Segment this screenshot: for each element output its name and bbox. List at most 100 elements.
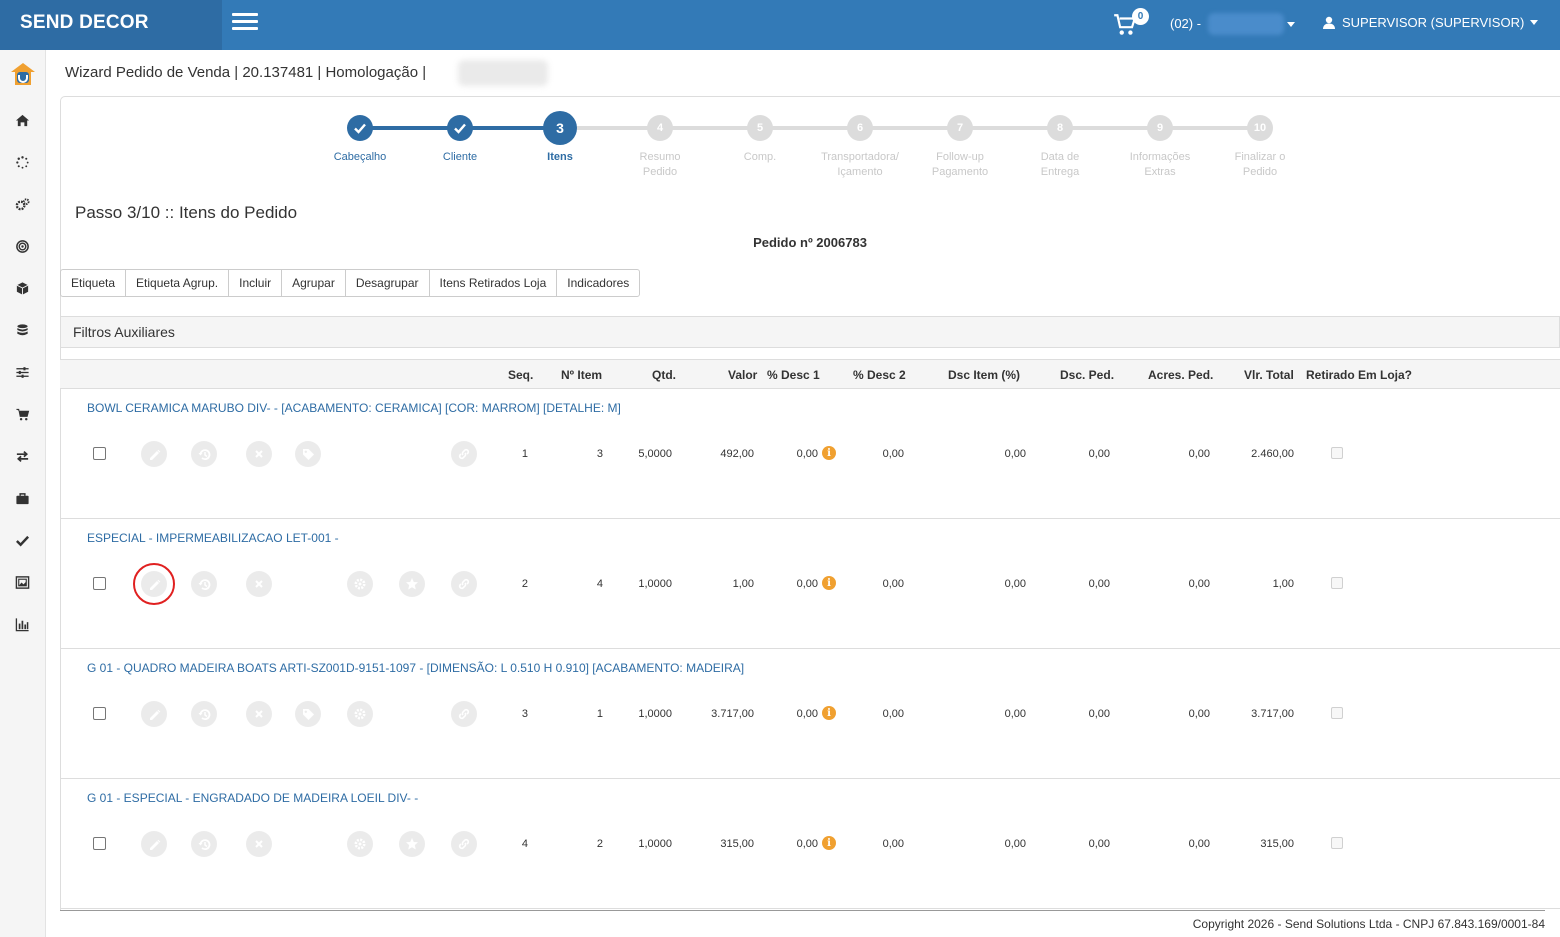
incluir-button[interactable]: Incluir <box>228 269 283 297</box>
item-description-link[interactable]: G 01 - QUADRO MADEIRA BOATS ARTI-SZ001D-… <box>87 661 744 675</box>
table-row: BOWL CERAMICA MARUBO DIV- - [ACABAMENTO:… <box>60 389 1560 519</box>
gear-icon[interactable] <box>347 571 373 597</box>
shopping-cart-icon[interactable] <box>13 405 31 423</box>
tag-icon[interactable] <box>295 441 321 467</box>
link-icon[interactable] <box>451 831 477 857</box>
app-logo-icon[interactable] <box>9 61 37 89</box>
info-icon[interactable]: i <box>822 706 836 720</box>
close-icon[interactable] <box>246 571 272 597</box>
pencil-icon[interactable] <box>141 701 167 727</box>
history-icon[interactable] <box>191 701 217 727</box>
history-icon[interactable] <box>191 831 217 857</box>
filters-panel-header[interactable]: Filtros Auxiliares <box>60 316 1560 348</box>
briefcase-icon[interactable] <box>13 489 31 507</box>
close-icon[interactable] <box>246 441 272 467</box>
check-icon[interactable] <box>13 531 31 549</box>
tag-icon[interactable] <box>295 701 321 727</box>
cell-acres-ped: 0,00 <box>1188 708 1210 720</box>
cell-seq: 1 <box>521 448 528 460</box>
row-select-checkbox[interactable] <box>93 837 106 850</box>
brand-logo[interactable]: SEND DECOR <box>0 0 222 50</box>
spinner-icon[interactable] <box>13 153 31 171</box>
agrupar-button[interactable]: Agrupar <box>281 269 346 297</box>
cell-desc1: 0,00 <box>796 448 818 460</box>
itens-retirados-loja-button[interactable]: Itens Retirados Loja <box>428 269 558 297</box>
step-title: Passo 3/10 :: Itens do Pedido <box>75 203 298 222</box>
cell-seq: 2 <box>521 578 528 590</box>
page-title: Wizard Pedido de Venda | 20.137481 | Hom… <box>65 64 427 81</box>
cell-dsc-item: 0,00 <box>1004 578 1026 590</box>
info-icon[interactable]: i <box>822 836 836 850</box>
footer-copyright: Copyright 2026 - Send Solutions Ltda - C… <box>1192 917 1545 931</box>
menu-toggle-icon[interactable] <box>232 13 258 33</box>
cube-icon[interactable] <box>13 279 31 297</box>
page-title-redacted <box>458 60 548 86</box>
etiqueta-button[interactable]: Etiqueta <box>60 269 127 297</box>
step-number: 10 <box>1247 115 1273 141</box>
database-icon[interactable] <box>13 321 31 339</box>
indicadores-button[interactable]: Indicadores <box>556 269 641 297</box>
chevron-down-icon <box>1530 20 1539 25</box>
link-icon[interactable] <box>451 701 477 727</box>
order-number: Pedido nº 2006783 <box>753 235 867 250</box>
exchange-icon[interactable] <box>13 447 31 465</box>
cell-vlr-total: 3.717,00 <box>1251 708 1294 720</box>
info-icon[interactable]: i <box>822 576 836 590</box>
col-dsc-ped: Dsc. Ped. <box>1060 368 1115 382</box>
user-icon <box>1323 16 1335 29</box>
cell-dsc-ped: 0,00 <box>1088 578 1110 590</box>
history-icon[interactable] <box>191 571 217 597</box>
bar-chart-icon[interactable] <box>13 615 31 633</box>
cell-vlr-total: 315,00 <box>1260 838 1294 850</box>
store-selector[interactable]: (02) - <box>1170 16 1201 31</box>
row-select-checkbox[interactable] <box>93 447 106 460</box>
item-description-link[interactable]: G 01 - ESPECIAL - ENGRADADO DE MADEIRA L… <box>87 791 418 805</box>
row-select-checkbox[interactable] <box>93 707 106 720</box>
gear-icon[interactable] <box>347 831 373 857</box>
cell-desc2: 0,00 <box>882 708 904 720</box>
user-menu[interactable]: SUPERVISOR (SUPERVISOR) <box>1322 15 1539 30</box>
close-icon[interactable] <box>246 831 272 857</box>
pencil-icon[interactable] <box>141 831 167 857</box>
cell-dsc-ped: 0,00 <box>1088 708 1110 720</box>
chevron-down-icon[interactable] <box>1287 22 1295 27</box>
star-icon[interactable] <box>399 571 425 597</box>
col-item: Nº Item <box>561 368 603 382</box>
cell-valor: 3.717,00 <box>711 708 754 720</box>
cogs-icon[interactable] <box>13 195 31 213</box>
retirado-em-loja-checkbox <box>1331 707 1343 719</box>
star-icon[interactable] <box>399 831 425 857</box>
step-number: 7 <box>947 115 973 141</box>
cell-desc1: 0,00 <box>796 838 818 850</box>
sliders-icon[interactable] <box>13 363 31 381</box>
image-icon[interactable] <box>13 573 31 591</box>
cell-seq: 4 <box>521 838 528 850</box>
store-name-redacted <box>1208 13 1284 35</box>
col-dsc-item: Dsc Item (%) <box>948 368 1021 382</box>
check-icon <box>347 115 373 141</box>
info-icon[interactable]: i <box>822 446 836 460</box>
desagrupar-button[interactable]: Desagrupar <box>344 269 430 297</box>
cell-desc2: 0,00 <box>882 578 904 590</box>
cell-qtd: 5,0000 <box>638 448 672 460</box>
cell-item: 1 <box>596 708 603 720</box>
cell-valor: 492,00 <box>720 448 754 460</box>
link-icon[interactable] <box>451 571 477 597</box>
link-icon[interactable] <box>451 441 477 467</box>
gear-icon[interactable] <box>347 701 373 727</box>
item-description-link[interactable]: ESPECIAL - IMPERMEABILIZACAO LET-001 - <box>87 531 339 545</box>
cell-valor: 315,00 <box>720 838 754 850</box>
etiqueta-agrup-button[interactable]: Etiqueta Agrup. <box>125 269 230 297</box>
step-number: 8 <box>1047 115 1073 141</box>
row-select-checkbox[interactable] <box>93 577 106 590</box>
close-icon[interactable] <box>246 701 272 727</box>
home-icon[interactable] <box>13 111 31 129</box>
step-number: 4 <box>647 115 673 141</box>
cell-vlr-total: 2.460,00 <box>1251 448 1294 460</box>
item-description-link[interactable]: BOWL CERAMICA MARUBO DIV- - [ACABAMENTO:… <box>87 401 621 415</box>
sidebar <box>0 50 46 937</box>
cell-qtd: 1,0000 <box>638 708 672 720</box>
pencil-icon[interactable] <box>141 441 167 467</box>
cell-dsc-item: 0,00 <box>1004 838 1026 850</box>
history-icon[interactable] <box>191 441 217 467</box>
